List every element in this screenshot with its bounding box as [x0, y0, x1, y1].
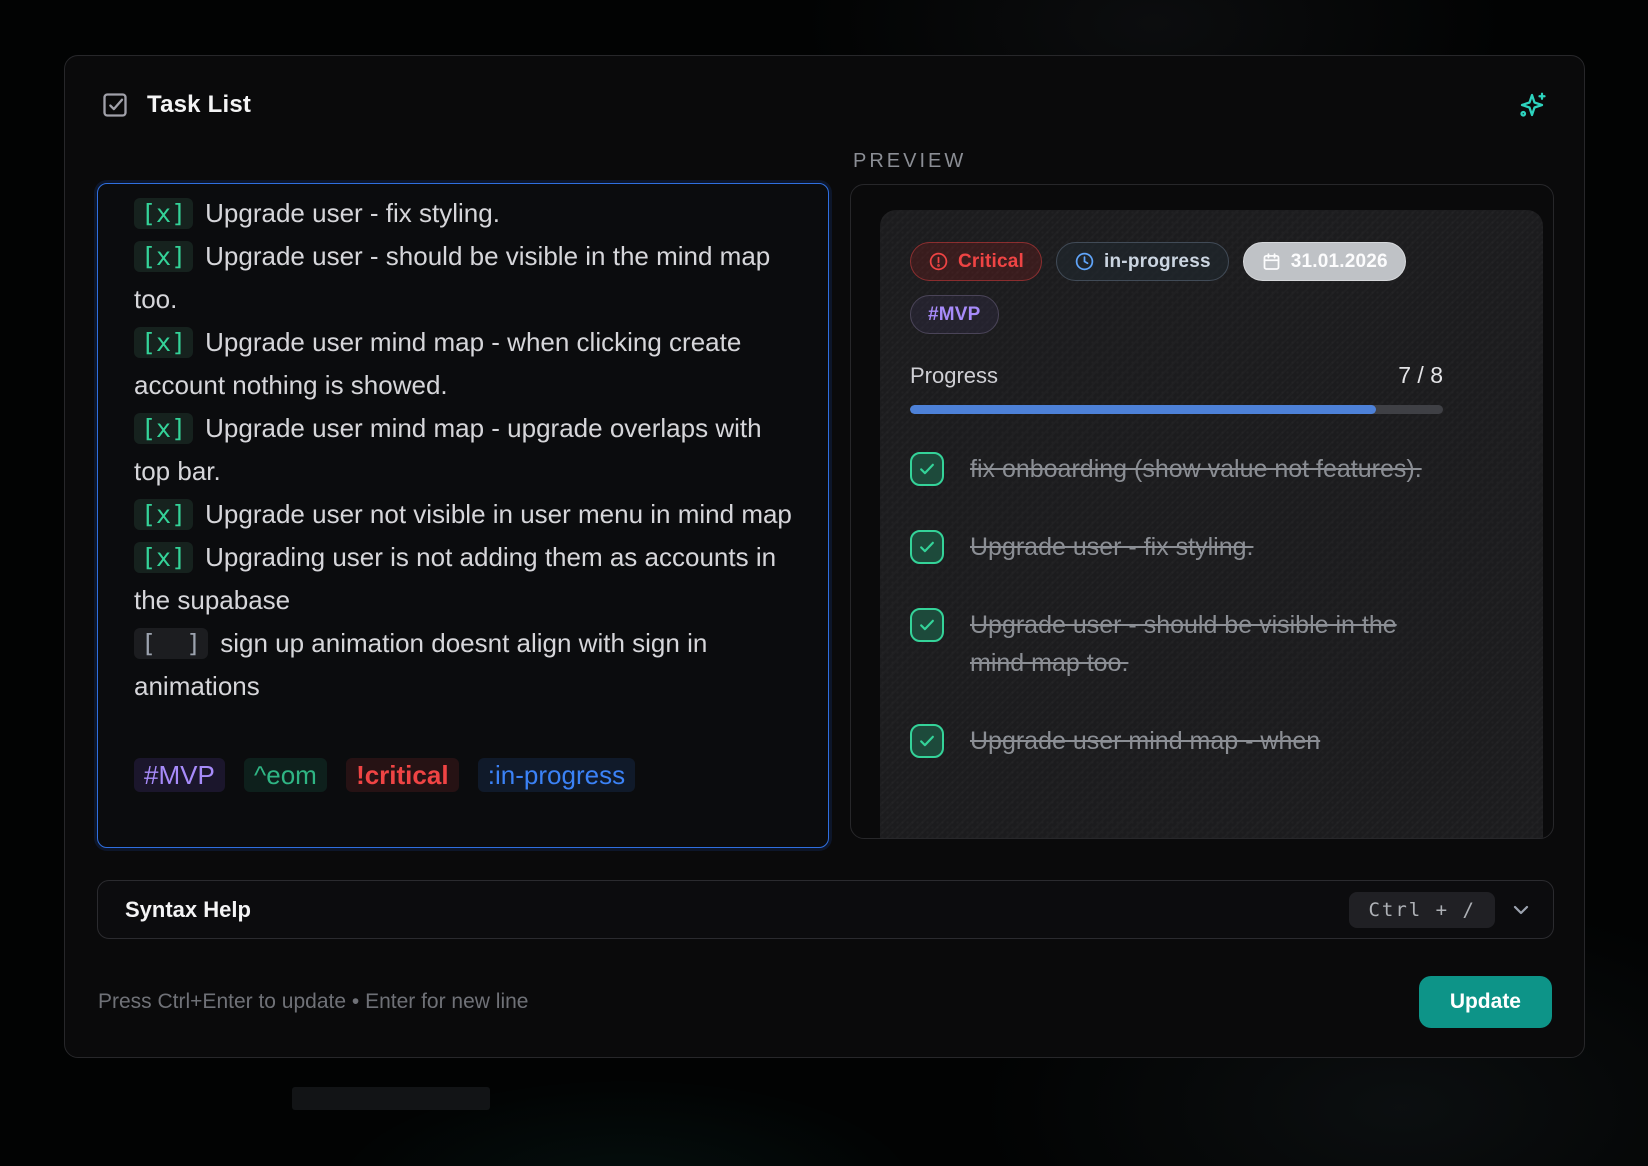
check-icon [917, 731, 937, 751]
ai-sparkles-button[interactable] [1516, 89, 1548, 121]
editor-task-line: [x]Upgrading user is not adding them as … [134, 536, 792, 622]
syntax-help-right: Ctrl + / [1349, 892, 1533, 928]
editor-task-line: [x] Upgrade user not visible in user menu… [134, 493, 792, 536]
editor-tags-row: #MVP ^eom !critical :in-progress [134, 754, 792, 797]
editor-task-text: sign up animation doesnt align with sign… [134, 628, 707, 701]
preview-task-text: Upgrade user - fix styling. [970, 528, 1253, 566]
preview-task-text: Upgrade user - should be visible in the … [970, 606, 1443, 682]
shortcut-hint: Ctrl + / [1349, 892, 1495, 928]
checked-checkbox[interactable] [910, 608, 944, 642]
editor-task-text: Upgrade user not visible in user menu in… [205, 499, 792, 529]
update-button[interactable]: Update [1419, 976, 1552, 1028]
checkbox-token[interactable]: [ ] [134, 628, 208, 659]
calendar-icon [1261, 251, 1282, 272]
preview-label: PREVIEW [853, 150, 966, 173]
editor-task-text: Upgrading user is not adding them as acc… [134, 542, 776, 615]
progress-fill [910, 405, 1376, 414]
priority-badge: Critical [910, 242, 1042, 281]
priority-badge-label: Critical [958, 251, 1024, 273]
editor-task-line: [x] Upgrade user - fix styling. [134, 192, 792, 235]
checkbox-token[interactable]: [x] [134, 198, 193, 229]
checked-checkbox[interactable] [910, 530, 944, 564]
editor-tag[interactable]: ^eom [244, 758, 327, 792]
status-badge-label: in-progress [1104, 251, 1211, 273]
editor-task-line: [ ]sign up animation doesnt align with s… [134, 622, 792, 708]
clock-icon [1074, 251, 1095, 272]
editor-task-text: Upgrade user mind map - when clicking cr… [134, 327, 741, 400]
checkbox-token[interactable]: [x] [134, 327, 193, 358]
progress-count: 7 / 8 [1398, 362, 1443, 389]
widget-header: Task List [101, 89, 1548, 121]
check-icon [917, 615, 937, 635]
alert-circle-icon [928, 251, 949, 272]
syntax-help-toggle[interactable]: Syntax Help Ctrl + / [97, 880, 1554, 939]
background-shape [292, 1087, 490, 1110]
editor-tag[interactable]: :in-progress [478, 758, 635, 792]
progress-header: Progress 7 / 8 [910, 362, 1443, 389]
chevron-down-icon[interactable] [1509, 898, 1533, 922]
progress-bar [910, 405, 1443, 414]
preview-task-text: Upgrade user mind map - when [970, 722, 1320, 760]
progress-label: Progress [910, 363, 998, 389]
keyboard-hint: Press Ctrl+Enter to update • Enter for n… [98, 990, 528, 1014]
syntax-help-title: Syntax Help [125, 897, 251, 923]
checkbox-token[interactable]: [x] [134, 499, 193, 530]
checkbox-token[interactable]: [x] [134, 542, 193, 573]
preview-task-text: fix onboarding (show value not features)… [970, 450, 1422, 488]
tag-badge: #MVP [910, 295, 999, 334]
preview-task-item: fix onboarding (show value not features)… [910, 450, 1443, 488]
task-list-widget: Task List [x] Upgrade user - fix styling.… [64, 55, 1585, 1058]
checked-checkbox[interactable] [910, 452, 944, 486]
checked-checkbox[interactable] [910, 724, 944, 758]
preview-card: Critical in-progress 31.01.2026 [880, 210, 1543, 839]
preview-task-item: Upgrade user - fix styling. [910, 528, 1443, 566]
preview-panel: Critical in-progress 31.01.2026 [850, 184, 1554, 839]
preview-task-item: Upgrade user mind map - when [910, 722, 1443, 760]
task-list-icon [101, 91, 129, 119]
editor-tag[interactable]: !critical [346, 758, 459, 792]
editor-tag[interactable]: #MVP [134, 758, 225, 792]
preview-task-list: fix onboarding (show value not features)… [910, 450, 1443, 760]
checkbox-token[interactable]: [x] [134, 241, 193, 272]
due-date-badge: 31.01.2026 [1243, 242, 1406, 281]
due-date-badge-label: 31.01.2026 [1291, 251, 1388, 273]
task-editor[interactable]: [x]Upgrade user - fix styling. [x]Upgrad… [97, 183, 829, 848]
editor-task-line: [x]Upgrade user - should be visible in t… [134, 235, 792, 321]
widget-title: Task List [147, 91, 251, 119]
editor-task-text: Upgrade user - should be visible in the … [134, 241, 770, 314]
check-icon [917, 459, 937, 479]
preview-task-item: Upgrade user - should be visible in the … [910, 606, 1443, 682]
editor-task-line: [x]Upgrade user mind map - upgrade overl… [134, 407, 792, 493]
checkbox-token[interactable]: [x] [134, 413, 193, 444]
editor-task-text: Upgrade user mind map - upgrade overlaps… [134, 413, 762, 486]
tag-badge-label: #MVP [928, 304, 981, 326]
preview-badges: Critical in-progress 31.01.2026 [910, 242, 1443, 334]
editor-task-text: Upgrade user - fix styling. [205, 198, 500, 228]
check-icon [917, 537, 937, 557]
editor-task-line: [x]Upgrade user mind map - when clicking… [134, 321, 792, 407]
status-badge: in-progress [1056, 242, 1229, 281]
sparkles-icon [1517, 90, 1547, 120]
